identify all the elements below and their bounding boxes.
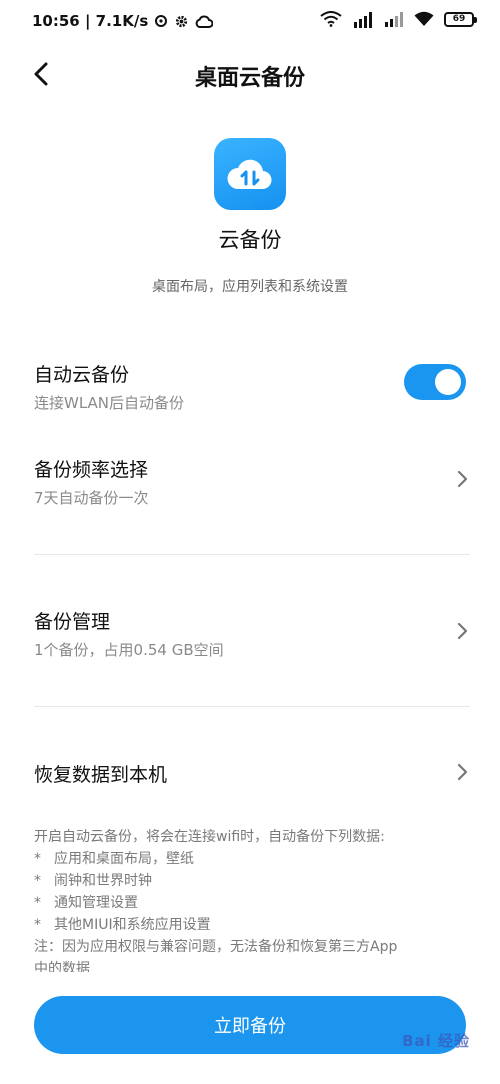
bullet: * <box>34 917 41 933</box>
info-item: * 应用和桌面布局，壁纸 <box>34 848 470 870</box>
gear-icon <box>174 14 189 29</box>
status-time-speed: 10:56 | 7.1K/s <box>32 12 149 30</box>
info-note: 注：因为应用权限与兼容问题，无法备份和恢复第三方App <box>34 939 398 955</box>
bullet: * <box>34 851 41 867</box>
watermark: Bai 经验 <box>402 1032 470 1050</box>
backup-management-row[interactable]: 备份管理 1个备份，占用0.54 GB空间 <box>34 607 470 659</box>
restore-data-row[interactable]: 恢复数据到本机 <box>34 760 470 788</box>
backup-now-label: 立即备份 <box>214 1016 286 1037</box>
divider <box>34 554 470 555</box>
app-name: 云备份 <box>218 228 282 252</box>
chevron-right-icon <box>457 763 468 781</box>
auto-backup-toggle[interactable] <box>404 364 466 400</box>
signal-icon <box>384 11 404 27</box>
battery-level: 69 <box>452 14 466 24</box>
cloud-icon <box>195 15 214 28</box>
backup-frequency-title: 备份频率选择 <box>34 459 149 481</box>
chevron-right-icon <box>457 470 468 488</box>
auto-backup-subtitle: 连接WLAN后自动备份 <box>34 394 185 412</box>
wifi-icon <box>414 11 434 27</box>
wifi-hotspot-icon <box>320 11 342 27</box>
info-item-text: 通知管理设置 <box>54 895 138 911</box>
auto-backup-row: 自动云备份 连接WLAN后自动备份 <box>34 360 470 412</box>
backup-frequency-subtitle: 7天自动备份一次 <box>34 489 149 507</box>
info-note-continued: 中的数据 <box>34 961 90 972</box>
chevron-right-icon <box>457 622 468 640</box>
app-description: 桌面布局，应用列表和系统设置 <box>152 279 348 295</box>
bullet: * <box>34 895 41 911</box>
status-right: 69 <box>320 10 477 28</box>
cloud-backup-app-icon <box>214 138 286 210</box>
status-left: 10:56 | 7.1K/s <box>32 12 214 30</box>
toggle-knob <box>435 369 461 395</box>
backup-management-subtitle: 1个备份，占用0.54 GB空间 <box>34 641 224 659</box>
info-item-text: 应用和桌面布局，壁纸 <box>54 851 194 867</box>
backup-frequency-row[interactable]: 备份频率选择 7天自动备份一次 <box>34 455 470 507</box>
cloud-sync-icon <box>227 159 272 190</box>
sync-icon <box>154 14 168 28</box>
divider <box>34 706 470 707</box>
info-item: * 闹钟和世界时钟 <box>34 870 470 892</box>
battery-indicator: 69 <box>444 11 477 27</box>
info-item: * 其他MIUI和系统应用设置 <box>34 914 470 936</box>
restore-data-title: 恢复数据到本机 <box>34 764 168 786</box>
info-intro: 开启自动云备份，将会在连接wifi时，自动备份下列数据: <box>34 829 385 845</box>
backup-info-text: 开启自动云备份，将会在连接wifi时，自动备份下列数据: * 应用和桌面布局，壁纸… <box>34 826 470 972</box>
nav-bar: 桌面云备份 <box>0 44 500 104</box>
info-item-text: 闹钟和世界时钟 <box>54 873 152 889</box>
bullet: * <box>34 873 41 889</box>
status-bar: 10:56 | 7.1K/s 69 <box>0 0 500 44</box>
page-title: 桌面云备份 <box>194 66 305 91</box>
info-item-text: 其他MIUI和系统应用设置 <box>54 917 211 933</box>
backup-management-title: 备份管理 <box>34 611 111 633</box>
info-item: * 通知管理设置 <box>34 892 470 914</box>
app-header: 云备份 桌面布局，应用列表和系统设置 <box>0 138 500 296</box>
signal-hd-icon <box>352 10 374 28</box>
